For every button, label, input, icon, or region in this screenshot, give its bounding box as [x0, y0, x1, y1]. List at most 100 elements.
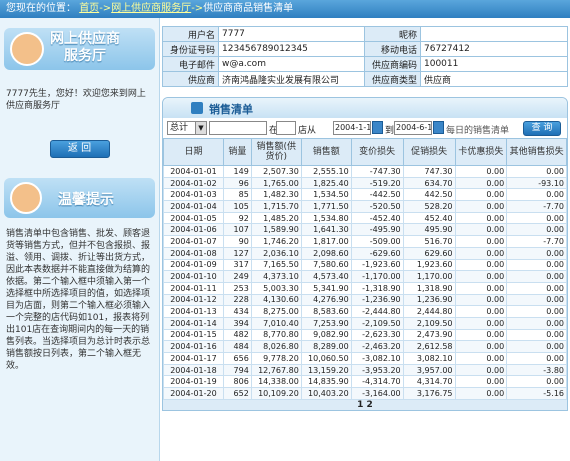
table-cell: 1,236.90	[402, 293, 456, 307]
table-cell: 2004-01-01	[163, 165, 224, 178]
table-cell: -2,109.50	[350, 316, 404, 330]
table-cell: 452.40	[402, 211, 456, 225]
table-cell: 1,765.00	[250, 176, 302, 190]
breadcrumb-prefix: 您现在的位置：	[6, 3, 76, 14]
table-cell: 1,771.50	[300, 200, 352, 213]
table-cell: 4,314.70	[402, 375, 456, 389]
service-hall-title-line2: 服务厅	[64, 48, 106, 64]
table-cell: 1,589.90	[250, 223, 302, 237]
table-cell: 0.00	[454, 258, 508, 272]
table-cell: 1,534.80	[300, 211, 352, 225]
from-calendar-icon[interactable]	[372, 121, 383, 134]
scope-select[interactable]: 总计 ▼	[167, 121, 207, 135]
table-cell: 0.00	[506, 293, 567, 307]
nick-value	[420, 26, 568, 42]
table-cell: 1,482.30	[250, 188, 302, 202]
table-cell: 14,338.00	[250, 375, 302, 389]
breadcrumb-home-link[interactable]: 首页	[79, 3, 99, 14]
table-cell: 3,082.10	[402, 352, 456, 365]
table-row: 2004-01-06 107 1,589.90 1,641.30 -495.90 495.…	[163, 223, 567, 237]
table-cell: -3.80	[506, 363, 567, 377]
table-cell: -2,463.20	[350, 340, 404, 353]
tips-header: 温馨提示	[4, 178, 155, 218]
query-button[interactable]: 查 询	[523, 121, 561, 136]
to-date-input[interactable]: 2004-6-1 0:	[394, 121, 432, 135]
table-cell: 2004-01-17	[163, 352, 224, 365]
table-cell: 806	[222, 375, 252, 389]
table-cell: 0.00	[506, 270, 567, 283]
email-value: w@a.com	[218, 56, 365, 72]
sales-table-header: 日期 销量 销售额(供货价) 销售额 变价损失 促销损失 卡优惠损失 其他销售损失	[163, 138, 567, 166]
table-row: 2004-01-12 228 4,130.60 4,276.90 -1,236.90 1,…	[163, 293, 567, 307]
sales-panel: 销售清单 总计 ▼ 在 店从 2004-1-1 0: 到 2004-6-1 0:…	[162, 97, 568, 411]
table-cell: 0.00	[454, 352, 508, 365]
table-cell: -1,318.90	[350, 281, 404, 295]
table-cell: 127	[222, 246, 252, 260]
table-cell: -1,170.00	[350, 270, 404, 283]
table-cell: 96	[222, 176, 252, 190]
table-cell: 1,318.90	[402, 281, 456, 295]
table-cell: 10,403.20	[300, 387, 352, 400]
table-cell: 2,612.58	[402, 340, 456, 353]
table-cell: 14,835.90	[300, 375, 352, 389]
table-cell: 394	[222, 316, 252, 330]
table-cell: 2004-01-18	[163, 363, 224, 377]
table-row: 2004-01-10 249 4,373.10 4,573.40 -1,170.00 1,…	[163, 270, 567, 283]
table-cell: 2004-01-20	[163, 387, 224, 400]
table-cell: 0.00	[454, 363, 508, 377]
table-cell: 516.70	[402, 235, 456, 248]
pagination[interactable]: 1 2	[163, 399, 567, 410]
greeting-text: 7777先生，您好！欢迎您来到网上供应商服务厅	[6, 89, 146, 111]
table-cell: 0.00	[454, 281, 508, 295]
service-hall-title-line1: 网上供应商	[50, 31, 120, 47]
table-cell: 0.00	[454, 293, 508, 307]
table-cell: 13,159.20	[300, 363, 352, 377]
table-cell: 7,010.40	[250, 316, 302, 330]
table-cell: 2,555.10	[300, 165, 352, 178]
table-cell: 0.00	[454, 200, 508, 213]
table-cell: 8,770.80	[250, 328, 302, 342]
table-cell: 7,165.50	[250, 258, 302, 272]
table-cell: 2004-01-04	[163, 200, 224, 213]
table-cell: 1,170.00	[402, 270, 456, 283]
table-cell: 0.00	[454, 188, 508, 202]
table-cell: 105	[222, 200, 252, 213]
table-cell: 0.00	[506, 165, 567, 178]
table-cell: 2004-01-14	[163, 316, 224, 330]
table-cell: 2004-01-15	[163, 328, 224, 342]
table-cell: 484	[222, 340, 252, 353]
table-cell: -495.90	[350, 223, 404, 237]
table-cell: 149	[222, 165, 252, 178]
table-cell: 434	[222, 305, 252, 318]
chevron-down-icon[interactable]: ▼	[195, 122, 206, 134]
store-input[interactable]	[276, 121, 296, 135]
from-date-input[interactable]: 2004-1-1 0:	[333, 121, 371, 135]
table-cell: -7.70	[506, 200, 567, 213]
table-cell: 0.00	[506, 305, 567, 318]
supplier-code-value: 100011	[420, 56, 568, 72]
to-calendar-icon[interactable]	[433, 121, 444, 134]
table-row: 2004-01-18 794 12,767.80 13,159.20 -3,953.20…	[163, 363, 567, 377]
table-cell: 2004-01-07	[163, 235, 224, 248]
column-header: 日期	[163, 138, 224, 166]
table-cell: 0.00	[454, 340, 508, 353]
breadcrumb-section-link[interactable]: 网上供应商服务厅	[111, 3, 191, 14]
scope-value-input[interactable]	[209, 121, 267, 135]
table-cell: -3,082.10	[350, 352, 404, 365]
table-cell: 634.70	[402, 176, 456, 190]
back-button[interactable]: 返 回	[49, 140, 110, 158]
mobile-value: 76727412	[420, 41, 568, 57]
table-cell: 0.00	[506, 340, 567, 353]
table-cell: 629.60	[402, 246, 456, 260]
table-cell: 5,341.90	[300, 281, 352, 295]
table-cell: -2,623.30	[350, 328, 404, 342]
table-row: 2004-01-15 482 8,770.80 9,082.90 -2,623.30 2,…	[163, 328, 567, 342]
table-cell: 0.00	[506, 328, 567, 342]
table-cell: 0.00	[506, 375, 567, 389]
table-cell: 1,825.40	[300, 176, 352, 190]
table-cell: -442.50	[350, 188, 404, 202]
supplier-label: 供应商	[162, 71, 219, 87]
table-row: 2004-01-20 652 10,109.20 10,403.20 -3,164.00…	[163, 387, 567, 400]
table-cell: 794	[222, 363, 252, 377]
table-cell: -519.20	[350, 176, 404, 190]
